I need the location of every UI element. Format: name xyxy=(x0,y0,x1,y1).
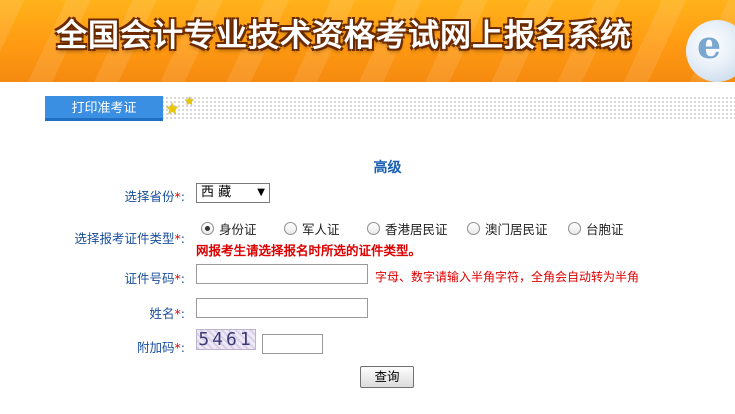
required-mark: * xyxy=(174,340,181,355)
province-select-value: 西 藏 xyxy=(201,185,232,200)
dropdown-arrow-icon: ▼ xyxy=(257,187,265,198)
radio-unchecked-icon xyxy=(284,222,297,235)
id-number-hint: 字母、数字请输入半角字符，全角会自动转为半角 xyxy=(375,270,640,284)
radio-label: 身份证 xyxy=(219,222,257,237)
required-mark: * xyxy=(174,271,181,286)
captcha-input[interactable] xyxy=(262,334,323,354)
radio-military-card[interactable]: 军人证 xyxy=(284,219,340,238)
radio-macau-card[interactable]: 澳门居民证 xyxy=(467,219,548,238)
id-type-label-text: 选择报考证件类型 xyxy=(74,231,175,246)
province-label-text: 选择省份 xyxy=(124,189,175,204)
radio-id-card[interactable]: 身份证 xyxy=(201,219,257,238)
page-title: 高级 xyxy=(373,160,402,176)
star-icon: ★ xyxy=(184,94,195,108)
radio-label: 军人证 xyxy=(302,222,340,237)
radio-unchecked-icon xyxy=(367,222,380,235)
radio-unchecked-icon xyxy=(568,222,581,235)
logo-e-icon: e xyxy=(697,22,722,67)
radio-label: 香港居民证 xyxy=(385,222,448,237)
header-banner: 全国会计专业技术资格考试网上报名系统 e xyxy=(0,0,735,82)
required-mark: * xyxy=(174,231,181,246)
id-number-label-text: 证件号码 xyxy=(124,271,175,286)
required-mark: * xyxy=(174,189,181,204)
name-input[interactable] xyxy=(196,298,368,318)
name-label: 姓名*: xyxy=(149,306,185,321)
id-number-label: 证件号码*: xyxy=(124,271,185,286)
id-type-label: 选择报考证件类型*: xyxy=(74,231,185,246)
required-mark: * xyxy=(174,306,181,321)
query-button[interactable]: 查询 xyxy=(360,366,414,388)
radio-unchecked-icon xyxy=(467,222,480,235)
banner-title: 全国会计专业技术资格考试网上报名系统 xyxy=(56,18,632,54)
star-icon: ★ xyxy=(165,99,180,118)
radio-label: 澳门居民证 xyxy=(485,222,548,237)
tab-print-admission-ticket[interactable]: 打印准考证 xyxy=(45,96,163,121)
name-label-text: 姓名 xyxy=(149,306,175,321)
captcha-label-text: 附加码 xyxy=(137,340,175,355)
radio-taiwan-card[interactable]: 台胞证 xyxy=(568,219,624,238)
radio-label: 台胞证 xyxy=(586,222,624,237)
captcha-image[interactable]: 5461 xyxy=(196,329,256,350)
province-select[interactable]: 西 藏 ▼ xyxy=(196,183,270,203)
radio-checked-icon xyxy=(201,222,214,235)
radio-hongkong-card[interactable]: 香港居民证 xyxy=(367,219,448,238)
id-number-input[interactable] xyxy=(196,264,368,284)
id-type-warning: 网报考生请选择报名时所选的证件类型。 xyxy=(196,243,422,258)
province-label: 选择省份*: xyxy=(124,189,185,204)
captcha-label: 附加码*: xyxy=(137,340,185,355)
